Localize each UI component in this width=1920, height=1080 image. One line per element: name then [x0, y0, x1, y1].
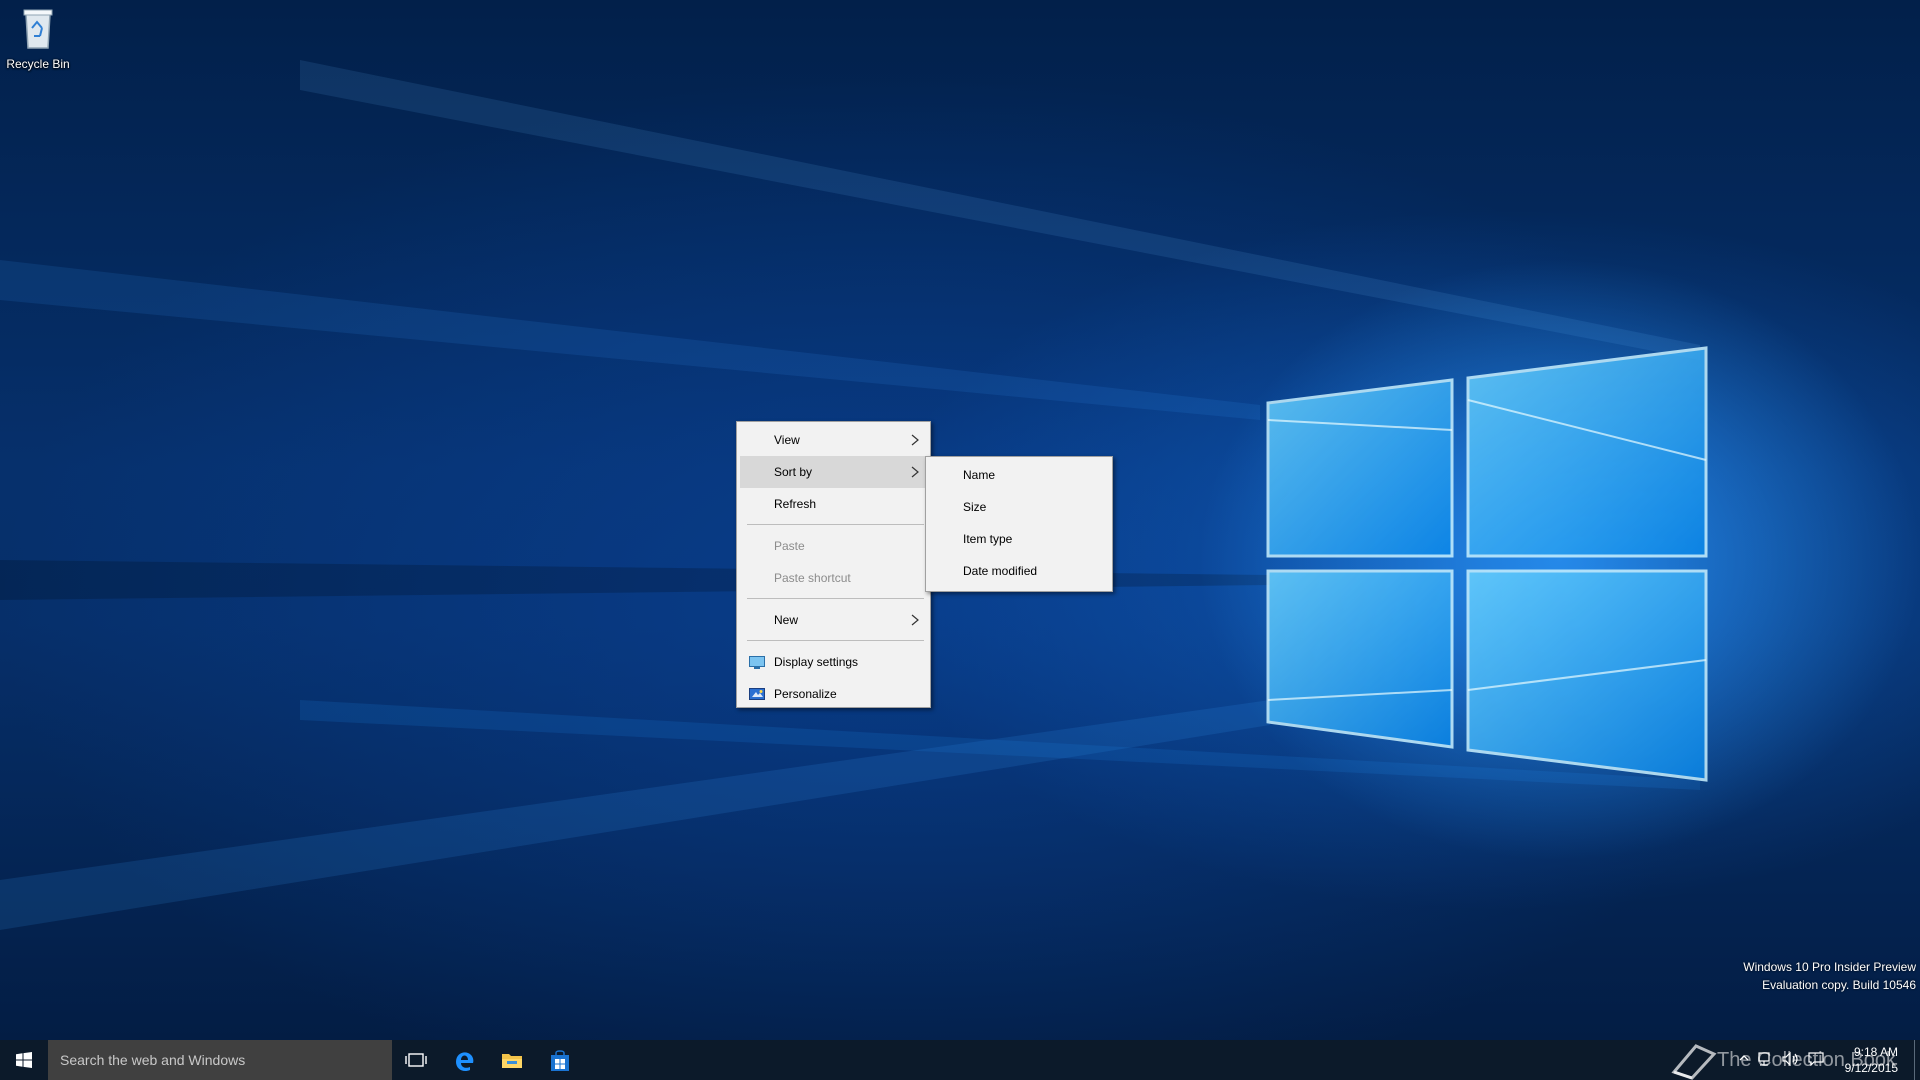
menu-item-label: Sort by [774, 465, 813, 479]
search-input[interactable]: Search the web and Windows [48, 1040, 392, 1080]
menu-separator [747, 524, 924, 525]
evaluation-watermark: Windows 10 Pro Insider Preview Evaluatio… [1743, 958, 1916, 994]
system-tray: 9:18 AM 9/12/2015 [1700, 1040, 1920, 1080]
menu-item-label: New [774, 613, 799, 627]
file-explorer-taskbar-button[interactable] [488, 1040, 536, 1080]
recycle-bin-label: Recycle Bin [6, 57, 70, 71]
personalize-icon [749, 688, 765, 700]
sort-option-date-modified[interactable]: Date modified [929, 555, 1109, 587]
store-icon [551, 1050, 569, 1071]
desktop[interactable]: Recycle Bin View Sort by Refresh Paste P… [0, 0, 1920, 1040]
task-view-icon [405, 1053, 427, 1067]
display-settings-icon [749, 656, 765, 669]
sort-option-size[interactable]: Size [929, 491, 1109, 523]
sort-option-name[interactable]: Name [929, 459, 1109, 491]
menu-separator [747, 598, 924, 599]
desktop-context-menu: View Sort by Refresh Paste Paste shortcu… [736, 421, 931, 708]
menu-item-label: Paste shortcut [774, 571, 851, 585]
store-taskbar-button[interactable] [536, 1040, 584, 1080]
menu-item-label: Name [963, 468, 996, 482]
chevron-up-icon[interactable] [1738, 1052, 1750, 1064]
menu-item-label: Display settings [774, 655, 859, 669]
edge-icon [456, 1052, 474, 1072]
watermark-build: Evaluation copy. Build 10546 [1762, 978, 1916, 992]
menu-item-label: Item type [963, 532, 1013, 546]
chevron-right-icon [911, 614, 919, 626]
recycle-bin-icon [23, 9, 53, 49]
volume-icon[interactable] [1782, 1052, 1800, 1066]
menu-item-view[interactable]: View [740, 424, 927, 456]
watermark-edition: Windows 10 Pro Insider Preview [1743, 960, 1916, 974]
menu-item-personalize[interactable]: Personalize [740, 678, 927, 710]
menu-item-label: Refresh [774, 497, 817, 511]
file-explorer-icon [502, 1054, 522, 1068]
action-center-icon[interactable] [1808, 1052, 1824, 1066]
menu-item-refresh[interactable]: Refresh [740, 488, 927, 520]
menu-item-label: Personalize [774, 687, 837, 701]
windows-logo-icon [16, 1052, 32, 1068]
task-view-button[interactable] [392, 1040, 440, 1080]
menu-item-label: View [774, 433, 800, 447]
clock-date: 9/12/2015 [1844, 1061, 1898, 1075]
network-icon[interactable] [1758, 1052, 1774, 1066]
menu-item-label: Paste [774, 539, 805, 553]
menu-item-sort-by[interactable]: Sort by [740, 456, 927, 488]
sort-by-submenu: Name Size Item type Date modified [925, 456, 1113, 592]
start-button[interactable] [0, 1040, 48, 1080]
chevron-right-icon [911, 466, 919, 478]
recycle-bin-shortcut[interactable]: Recycle Bin [4, 6, 72, 71]
show-desktop-button[interactable] [1914, 1040, 1920, 1080]
search-placeholder: Search the web and Windows [60, 1052, 246, 1068]
taskbar-clock[interactable]: 9:18 AM 9/12/2015 [1845, 1044, 1898, 1076]
sort-option-item-type[interactable]: Item type [929, 523, 1109, 555]
menu-item-new[interactable]: New [740, 604, 927, 636]
menu-item-label: Date modified [963, 564, 1038, 578]
menu-item-display-settings[interactable]: Display settings [740, 646, 927, 678]
chevron-right-icon [911, 434, 919, 446]
clock-time: 9:18 AM [1853, 1045, 1898, 1059]
menu-item-paste-shortcut: Paste shortcut [740, 562, 927, 594]
edge-taskbar-button[interactable] [440, 1040, 488, 1080]
menu-separator [747, 640, 924, 641]
menu-item-label: Size [963, 500, 987, 514]
taskbar: Search the web and Windows The Collectio… [0, 1040, 1920, 1080]
menu-item-paste: Paste [740, 530, 927, 562]
